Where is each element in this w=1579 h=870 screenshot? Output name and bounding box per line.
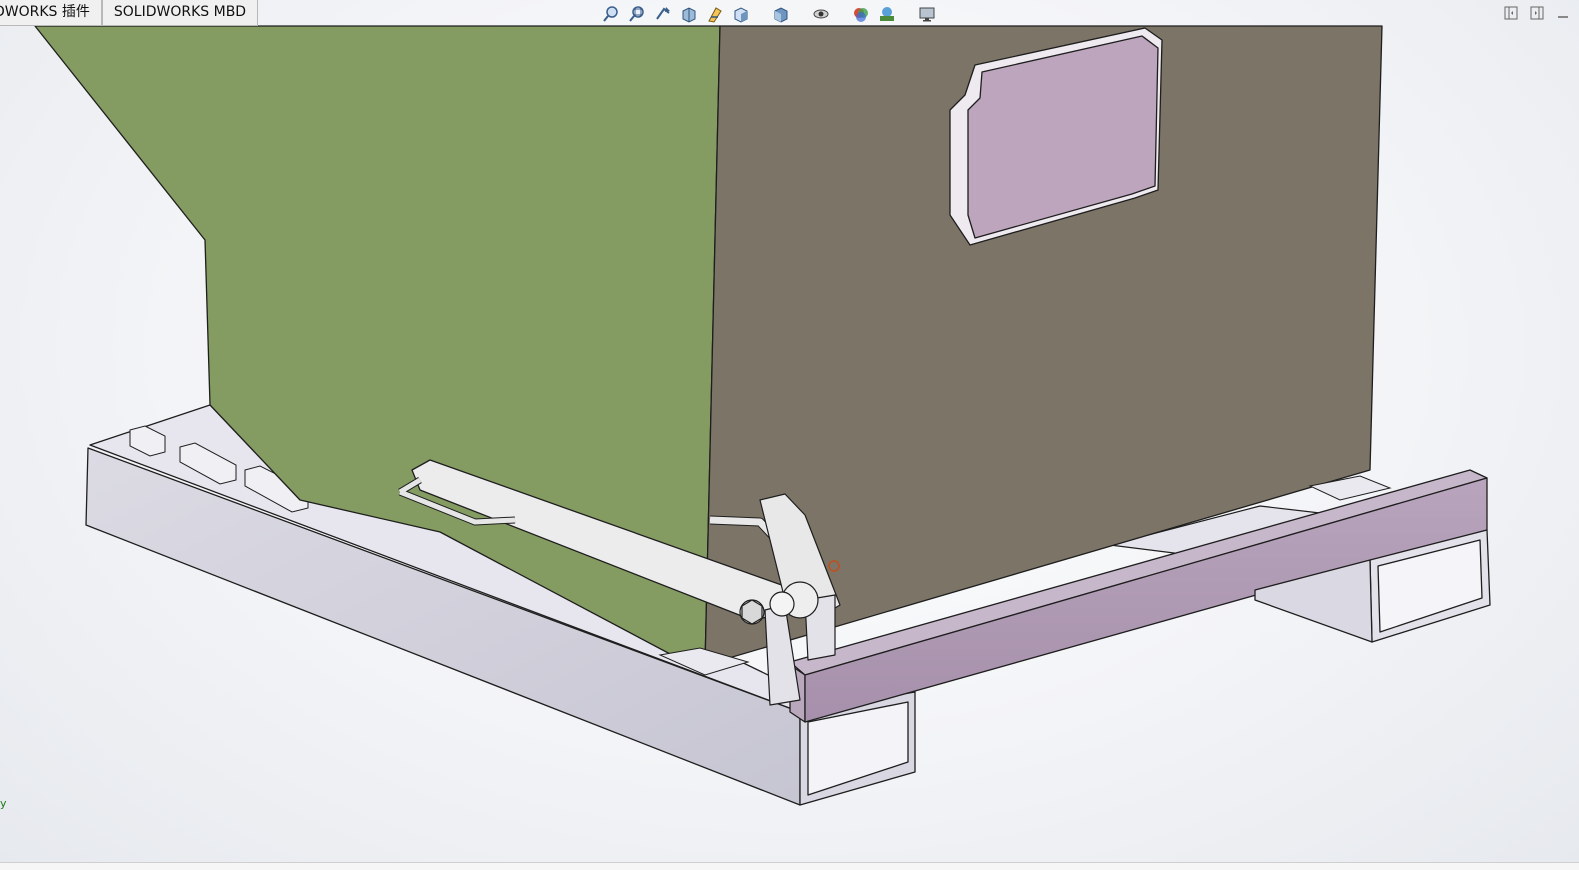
- apply-scene-icon[interactable]: [876, 3, 898, 25]
- minimize-icon[interactable]: [1554, 4, 1572, 22]
- tile-right-icon[interactable]: [1528, 4, 1546, 22]
- section-view-icon[interactable]: [678, 3, 700, 25]
- zoom-to-fit-icon[interactable]: [600, 3, 622, 25]
- display-style-icon[interactable]: [770, 3, 792, 25]
- heads-up-view-toolbar: [600, 3, 942, 25]
- triad-y-label: y: [0, 797, 7, 810]
- zoom-to-area-icon[interactable]: [626, 3, 648, 25]
- solidworks-window: DWORKS 插件 SOLIDWORKS MBD y: [0, 0, 1579, 870]
- window-controls: [1494, 4, 1572, 22]
- edit-appearance-icon[interactable]: [850, 3, 872, 25]
- view-orientation-icon[interactable]: [730, 3, 752, 25]
- tab-solidworks-mbd[interactable]: SOLIDWORKS MBD: [101, 0, 259, 26]
- command-manager-tabs: DWORKS 插件 SOLIDWORKS MBD: [0, 0, 259, 26]
- status-bar-edge: [0, 862, 1579, 870]
- previous-view-icon[interactable]: [652, 3, 674, 25]
- view-settings-icon[interactable]: [916, 3, 938, 25]
- reference-triad: y: [0, 797, 12, 811]
- dynamic-annotation-view-icon[interactable]: [704, 3, 726, 25]
- hide-show-items-icon[interactable]: [810, 3, 832, 25]
- tab-solidworks-addins[interactable]: DWORKS 插件: [0, 0, 102, 26]
- tile-left-icon[interactable]: [1502, 4, 1520, 22]
- graphics-area[interactable]: [0, 0, 1579, 870]
